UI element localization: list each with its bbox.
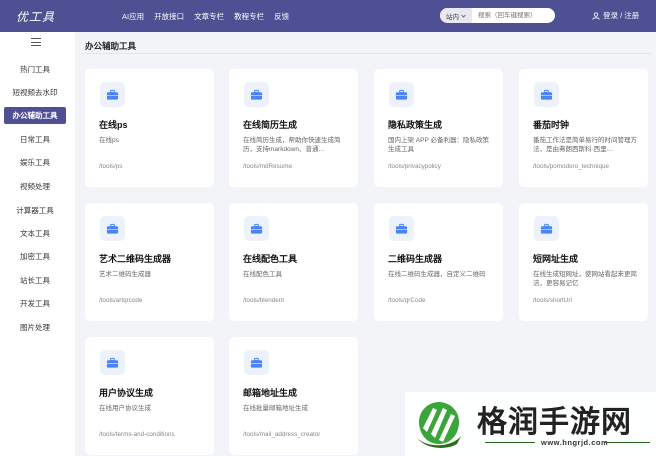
sidebar-item-office-tools[interactable]: 办公辅助工具 (4, 107, 66, 124)
tool-card-path: /tools/blendent (243, 297, 284, 304)
tool-card[interactable]: 短网址生成 在线生成短网址，使网站看起来更简洁，更容易记忆 /tools/sho… (519, 203, 648, 321)
chevron-down-icon (461, 14, 466, 18)
watermark-line-left (485, 442, 535, 443)
tool-card-desc: 在线ps (99, 137, 119, 144)
toolbox-icon (100, 216, 125, 241)
tool-card-path: /tools/mdResume (243, 163, 292, 170)
leaf-logo-icon (417, 402, 461, 448)
tool-card-desc: 番茄工作法是简单易行的时间管理方法，是由弗朗西斯科·西里… (533, 137, 637, 153)
tool-card-desc: 在线用户协议生成 (99, 405, 151, 412)
tool-card-name: 短网址生成 (533, 254, 579, 264)
nav-articles[interactable]: 文章专栏 (194, 11, 224, 22)
tool-card-desc: 在线二维码生成器，自定义二维码 (388, 271, 486, 278)
sidebar-item-encryption-tools[interactable]: 加密工具 (4, 248, 66, 265)
sidebar-item-dev-tools[interactable]: 开发工具 (4, 295, 66, 312)
nav-ai-apps[interactable]: AI应用 (122, 11, 144, 22)
tool-card-desc: 艺术二维码生成器 (99, 271, 151, 278)
sidebar-item-webmaster-tools[interactable]: 站长工具 (4, 272, 66, 289)
toolbox-icon (244, 350, 269, 375)
tool-card[interactable]: 番茄时钟 番茄工作法是简单易行的时间管理方法，是由弗朗西斯科·西里… /tool… (519, 69, 648, 187)
toolbox-icon (244, 82, 269, 107)
toolbox-icon (534, 82, 559, 107)
sidebar: 热门工具 短视频去水印 办公辅助工具 日常工具 娱乐工具 视频处理 计算器工具 … (0, 32, 75, 456)
tool-card-path: /tools/mail_address_creator (243, 431, 321, 438)
top-navbar: 优工具 AI应用 开放接口 文章专栏 教程专栏 反馈 站内 登录 / 注册 (0, 0, 656, 32)
page-title: 办公辅助工具 (85, 41, 137, 51)
watermark-title: 格润手游网 (477, 405, 632, 440)
user-icon (592, 11, 600, 20)
tool-card-path: /tools/pomodoro_technique (533, 163, 609, 170)
sidebar-item-video-watermark[interactable]: 短视频去水印 (4, 84, 66, 101)
tool-card-name: 二维码生成器 (388, 254, 443, 264)
watermark-line-right (605, 442, 650, 443)
sidebar-item-video-processing[interactable]: 视频处理 (4, 178, 66, 195)
tool-card[interactable]: 在线简历生成 在线简历生成，帮助你快速生成简历，支持markdown、普通… /… (229, 69, 358, 187)
tool-card-name: 用户协议生成 (99, 388, 154, 398)
nav-tutorials[interactable]: 教程专栏 (234, 11, 264, 22)
tool-card[interactable]: 艺术二维码生成器 艺术二维码生成器 /tools/artqrcode (85, 203, 214, 321)
toolbox-icon (389, 216, 414, 241)
tool-card-desc: 国内上架 APP 必备利器：隐私政策生成工具 (388, 137, 490, 153)
search-scope-select[interactable]: 站内 (440, 8, 472, 23)
sidebar-item-image-processing[interactable]: 图片处理 (4, 319, 66, 336)
nav-feedback[interactable]: 反馈 (274, 11, 289, 22)
watermark-url: www.hngrjd.com (541, 438, 609, 447)
tool-card-path: /tools/terms-and-conditions (99, 431, 175, 438)
nav-open-api[interactable]: 开放接口 (154, 11, 184, 22)
tool-card[interactable]: 在线配色工具 在线配色工具 /tools/blendent (229, 203, 358, 321)
tool-card-name: 在线ps (99, 120, 128, 130)
tool-card[interactable]: 隐私政策生成 国内上架 APP 必备利器：隐私政策生成工具 /tools/pri… (374, 69, 503, 187)
tool-card[interactable]: 邮箱地址生成 在线批量邮箱地址生成 /tools/mail_address_cr… (229, 337, 358, 455)
tool-card-path: /tools/qrCode (388, 297, 426, 304)
sidebar-item-calculators[interactable]: 计算器工具 (4, 202, 66, 219)
toolbox-icon (244, 216, 269, 241)
menu-collapse-icon[interactable] (31, 38, 41, 47)
tool-card[interactable]: 用户协议生成 在线用户协议生成 /tools/terms-and-conditi… (85, 337, 214, 455)
login-register-label: 登录 / 注册 (603, 11, 640, 20)
tool-card-path: /tools/shortUrl (533, 297, 572, 304)
site-logo[interactable]: 优工具 (16, 0, 80, 32)
tool-card-desc: 在线批量邮箱地址生成 (243, 405, 308, 412)
tool-card-desc: 在线生成短网址，使网站看起来更简洁，更容易记忆 (533, 271, 637, 287)
search-input[interactable] (472, 12, 542, 19)
tool-card-name: 隐私政策生成 (388, 120, 443, 130)
title-divider (85, 53, 651, 54)
tool-card-desc: 在线配色工具 (243, 271, 282, 278)
site-watermark: 格润手游网 www.hngrjd.com (405, 392, 656, 456)
sidebar-item-daily-tools[interactable]: 日常工具 (4, 131, 66, 148)
search-box: 站内 (440, 8, 555, 23)
toolbox-icon (100, 350, 125, 375)
tool-card[interactable]: 二维码生成器 在线二维码生成器，自定义二维码 /tools/qrCode (374, 203, 503, 321)
tool-card-name: 在线配色工具 (243, 254, 298, 264)
tool-card-path: /tools/privacypolicy (388, 163, 441, 170)
main-nav: AI应用 开放接口 文章专栏 教程专栏 反馈 (122, 11, 289, 22)
tool-card-name: 番茄时钟 (533, 120, 570, 130)
login-register-link[interactable]: 登录 / 注册 (592, 10, 639, 21)
sidebar-item-text-tools[interactable]: 文本工具 (4, 225, 66, 242)
tool-card-name: 在线简历生成 (243, 120, 298, 130)
tool-card-path: /tools/artqrcode (99, 297, 143, 304)
toolbox-icon (100, 82, 125, 107)
tool-card[interactable]: 在线ps 在线ps /tools/ps (85, 69, 214, 187)
tool-card-name: 邮箱地址生成 (243, 388, 298, 398)
tool-card-path: /tools/ps (99, 163, 123, 170)
search-scope-label: 站内 (446, 13, 459, 21)
toolbox-icon (389, 82, 414, 107)
toolbox-icon (534, 216, 559, 241)
tool-card-desc: 在线简历生成，帮助你快速生成简历，支持markdown、普通… (243, 137, 341, 153)
tool-card-name: 艺术二维码生成器 (99, 254, 172, 264)
sidebar-item-fun-tools[interactable]: 娱乐工具 (4, 154, 66, 171)
sidebar-item-hot-tools[interactable]: 热门工具 (4, 61, 66, 78)
